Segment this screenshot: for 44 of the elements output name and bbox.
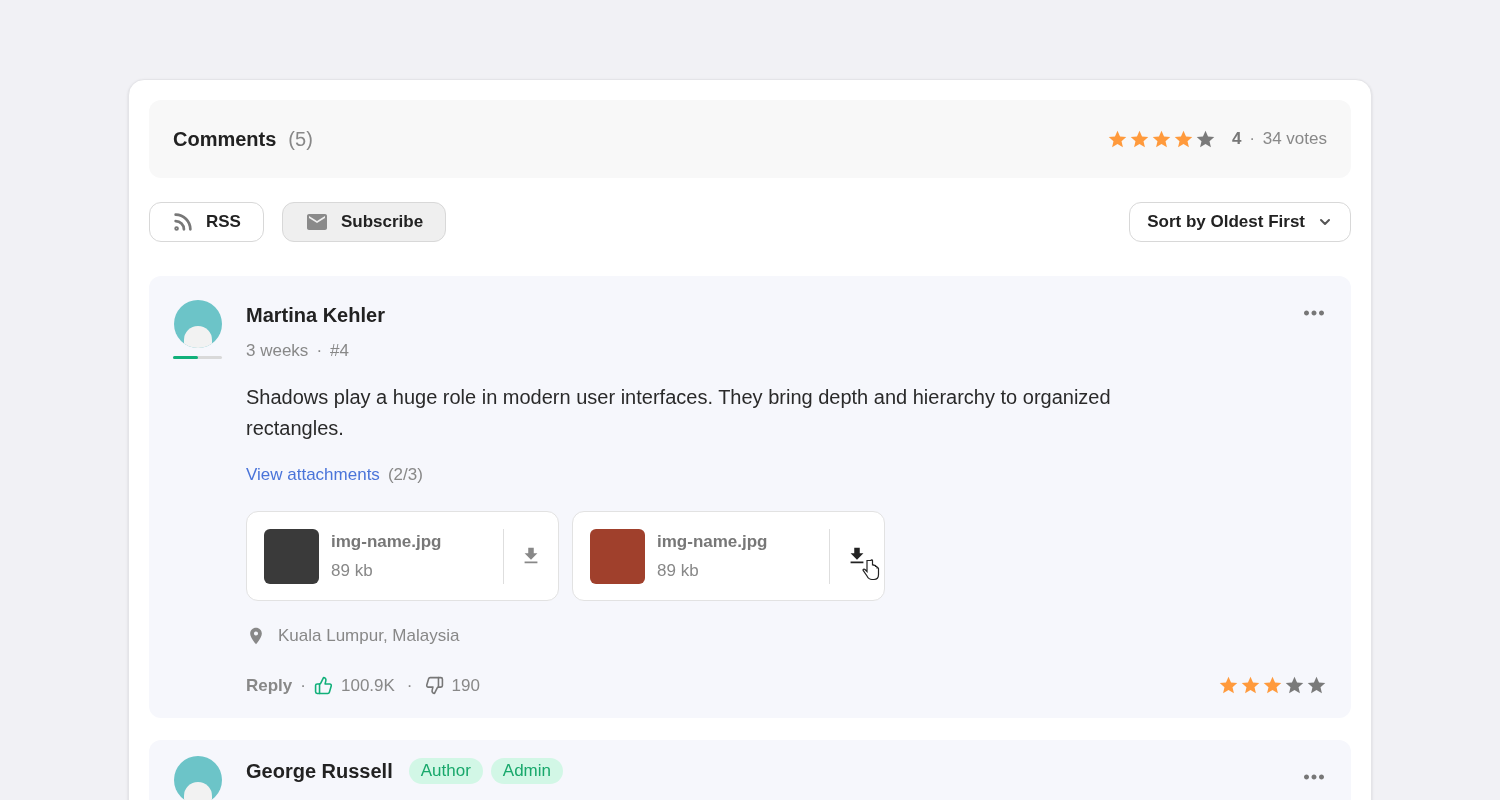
star-icon [1150,128,1172,150]
star-icon [1194,128,1216,150]
author-name: Martina Kehler [246,303,385,328]
hand-cursor-icon [862,558,880,581]
comment-count: (5) [288,127,313,152]
author-name: George Russell [246,759,393,784]
rating-score: 4 [1231,128,1242,151]
votes-count: 34 votes [1262,128,1327,151]
likes-count: 100.9K [340,674,395,697]
star-icon [1128,128,1150,150]
thumbs-up-icon[interactable] [313,675,333,695]
comment-text: Shadows play a huge role in modern user interfaces. They bring depth and hierarchy to organized rectangles. [246,384,1112,441]
rss-icon [172,211,194,233]
thumbs-down-icon[interactable] [424,675,444,695]
dislikes-count: 190 [451,674,480,697]
separator-dot: · [316,340,323,362]
file-name: img-name.jpg [657,530,769,553]
action-button[interactable]: RSS [149,202,264,242]
location-text: Kuala Lumpur, Malaysia [278,625,460,647]
role-badge: Author [408,758,483,784]
action-button[interactable]: Subscribe [281,202,447,242]
star-icon [1218,674,1239,696]
photo-placeholder [264,528,319,584]
role-badge: Admin [490,758,563,784]
star-icon [1284,674,1305,696]
comment-number: #4 [330,340,349,362]
star-icon [1306,674,1327,696]
file-size: 89 kb [331,560,374,582]
star-icon [1262,674,1283,696]
comment-time: 3 weeks [246,340,309,362]
star-icon [1240,674,1261,696]
attachments-count: (2/3) [387,463,423,486]
section-title: Comments [173,127,277,152]
avatar [173,300,222,348]
photo-placeholder [590,528,645,584]
file-size: 89 kb [657,560,700,582]
file-name: img-name.jpg [331,530,443,553]
separator-dot: · [406,674,413,697]
sort-dropdown[interactable]: Sort by Oldest First [1129,202,1351,242]
separator-dot: · [1249,129,1255,149]
star-icon [1172,128,1194,150]
view-attachments-link[interactable]: View attachments [246,461,380,487]
separator-dot: · [300,674,306,697]
star-icon [1106,128,1128,150]
